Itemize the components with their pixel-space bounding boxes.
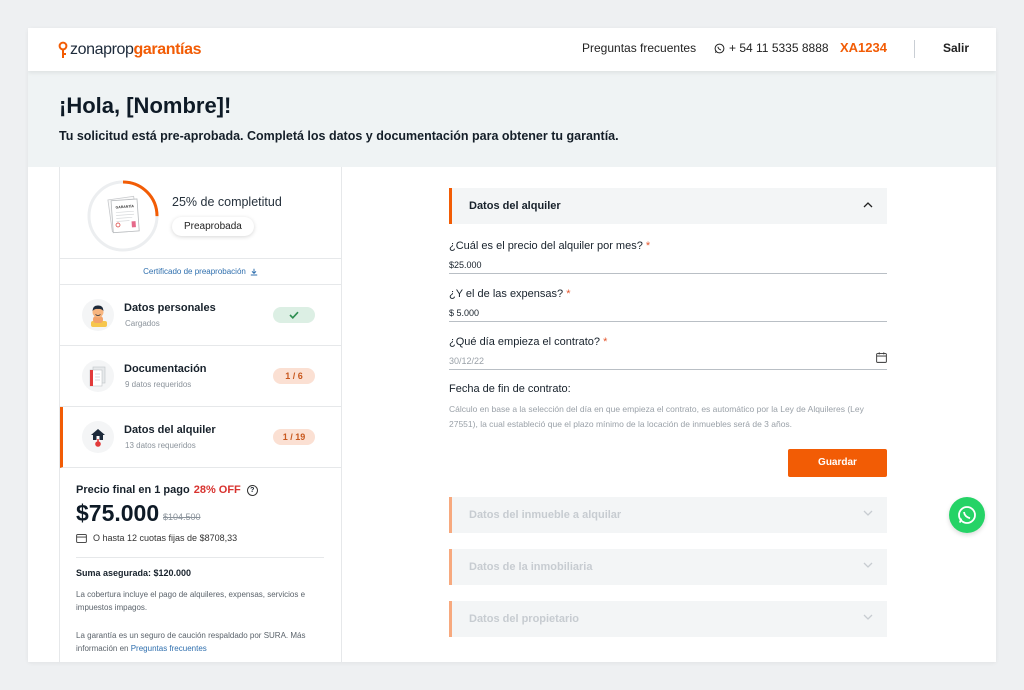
certificate-download-link[interactable]: Certificado de preaprobación (60, 258, 341, 285)
request-code: XA1234 (840, 40, 887, 55)
completion-label: 25% de completitud (172, 195, 282, 209)
accordion-title: Datos del propietario (469, 613, 580, 625)
step-complete-badge (273, 307, 315, 323)
step-count-badge: 1 / 6 (273, 368, 315, 384)
accordion-datos-propietario[interactable]: Datos del propietario (449, 601, 887, 637)
divider (76, 557, 324, 558)
chevron-down-icon (863, 562, 873, 568)
certificate-label: Certificado de preaprobación (143, 267, 246, 276)
logo[interactable]: zonapropgarantías (58, 40, 201, 60)
step-title: Datos del alquiler (124, 424, 216, 436)
whatsapp-float-button[interactable] (949, 497, 985, 533)
house-key-icon (82, 421, 114, 453)
chevron-down-icon (863, 614, 873, 620)
download-icon (250, 268, 258, 276)
step-datos-personales[interactable]: Datos personales Cargados (60, 285, 341, 346)
expenses-input[interactable]: $ 5.000 (449, 308, 887, 322)
faq-inline-link[interactable]: Preguntas frecuentes (131, 644, 207, 653)
accordion-title: Datos de la inmobiliaria (469, 561, 593, 573)
step-title: Datos personales (124, 302, 216, 314)
phone-contact[interactable]: + 54 11 5335 8888 (714, 41, 829, 55)
accordion-title: Datos del inmueble a alquilar (469, 509, 622, 521)
rent-price-label: ¿Cuál es el precio del alquiler por mes?… (449, 240, 651, 252)
logo-key-icon (58, 41, 68, 59)
calendar-icon[interactable] (876, 352, 887, 363)
installments-info: O hasta 12 cuotas fijas de $8708,33 (76, 533, 237, 543)
discount-label: 28% OFF (193, 484, 241, 496)
logo-text: zonapropgarantías (70, 41, 202, 58)
step-subtitle: Cargados (125, 319, 160, 328)
step-documentacion[interactable]: Documentación 9 datos requeridos 1 / 6 (60, 346, 341, 407)
price-label: Precio final en 1 pago 28% OFF ? (76, 484, 258, 496)
accordion-datos-alquiler[interactable]: Datos del alquiler (449, 188, 887, 224)
original-price: $104.500 (163, 512, 201, 522)
rent-price-input[interactable]: $25.000 (449, 260, 887, 274)
progress-sidebar: GARANTÍA 25% de completitud Preaprobada … (59, 167, 342, 662)
nav-divider (914, 40, 915, 58)
step-count-badge: 1 / 19 (273, 429, 315, 445)
guarantee-text: La garantía es un seguro de caución resp… (76, 631, 306, 653)
chevron-down-icon (863, 510, 873, 516)
page-title: ¡Hola, [Nombre]! (59, 93, 232, 118)
check-icon (289, 311, 299, 319)
step-subtitle: 9 datos requeridos (125, 380, 192, 389)
person-icon (82, 299, 114, 331)
end-date-description: Cálculo en base a la selección del día e… (449, 404, 864, 429)
top-navigation: zonapropgarantías Preguntas frecuentes +… (28, 28, 996, 71)
page-subtitle: Tu solicitud está pre-aprobada. Completá… (59, 129, 619, 143)
phone-number: + 54 11 5335 8888 (729, 41, 829, 55)
accordion-title: Datos del alquiler (469, 200, 561, 212)
start-date-input[interactable]: 30/12/22 (449, 352, 887, 370)
expenses-label: ¿Y el de las expensas? * (449, 288, 571, 300)
whatsapp-icon (958, 506, 976, 524)
whatsapp-small-icon (714, 43, 725, 53)
step-datos-alquiler[interactable]: Datos del alquiler 13 datos requeridos 1… (60, 407, 341, 468)
welcome-banner: ¡Hola, [Nombre]! Tu solicitud está pre-a… (28, 71, 996, 167)
chevron-up-icon (863, 202, 873, 208)
logout-link[interactable]: Salir (943, 41, 969, 55)
coverage-text: La cobertura incluye el pago de alquiler… (76, 590, 306, 612)
status-badge: Preaprobada (172, 217, 254, 236)
step-title: Documentación (124, 363, 207, 375)
end-date-label: Fecha de fin de contrato: (449, 383, 571, 395)
accordion-datos-inmueble[interactable]: Datos del inmueble a alquilar (449, 497, 887, 533)
faq-link[interactable]: Preguntas frecuentes (582, 41, 696, 55)
insured-amount: Suma asegurada: $120.000 (76, 568, 192, 578)
app-frame: zonapropgarantías Preguntas frecuentes +… (28, 28, 996, 662)
credit-card-icon (76, 533, 87, 543)
help-icon[interactable]: ? (246, 484, 258, 496)
final-price: $75.000 (76, 500, 160, 526)
start-date-label: ¿Qué día empieza el contrato? * (449, 336, 608, 348)
documents-icon (82, 360, 114, 392)
accordion-datos-inmobiliaria[interactable]: Datos de la inmobiliaria (449, 549, 887, 585)
save-button[interactable]: Guardar (788, 449, 887, 477)
step-subtitle: 13 datos requeridos (125, 441, 196, 450)
guarantee-document-icon: GARANTÍA (107, 195, 140, 234)
progress-ring: GARANTÍA (85, 178, 161, 254)
